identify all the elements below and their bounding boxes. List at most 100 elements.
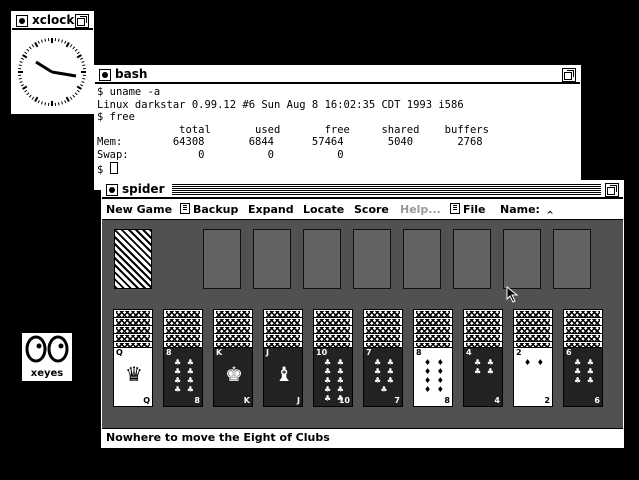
foundation-slot[interactable] [453, 229, 491, 289]
close-icon[interactable] [106, 184, 118, 196]
clock-tick [80, 84, 84, 87]
close-icon[interactable] [16, 15, 28, 27]
clock-tick [28, 94, 32, 98]
suit-pips: ♦ ♦ ♦ ♦ ♦ ♦ ♦ ♦ [424, 358, 444, 394]
card-rank: 8 [444, 396, 450, 405]
clock-tick [72, 46, 76, 50]
clock-tick [28, 46, 32, 50]
menu-icon [180, 203, 190, 214]
top-card[interactable]: 8 8 ♦ ♦ ♦ ♦ ♦ ♦ ♦ ♦ [413, 347, 453, 407]
terminal-line: total used free shared buffers [97, 123, 489, 136]
foundation-slot[interactable] [253, 229, 291, 289]
backup-label: Backup [193, 203, 239, 216]
window-title: xclock [32, 13, 75, 27]
foundation-slot[interactable] [403, 229, 441, 289]
clock-tick [64, 40, 67, 44]
top-card[interactable]: Q Q ♛ [113, 347, 153, 407]
card-rank: 10 [316, 348, 328, 357]
suit-pips: ♦ ♦ [524, 358, 544, 367]
top-card[interactable]: 4 4 ♣ ♣ ♣ ♣ [463, 347, 503, 407]
clock-tick [57, 38, 60, 42]
clock-tick [64, 100, 67, 104]
clock-tick [24, 89, 28, 93]
card-rank: 6 [566, 348, 572, 357]
foundation-slot[interactable] [553, 229, 591, 289]
clock-face [16, 32, 89, 110]
card-rank: 8 [416, 348, 422, 357]
suit-pips: ♣ ♣ ♣ ♣ [474, 358, 494, 376]
clock-tick [74, 92, 78, 96]
clock-tick [26, 48, 30, 52]
clock-tick [31, 44, 35, 48]
top-card[interactable]: 10 10 ♣ ♣ ♣ ♣ ♣ ♣ ♣ ♣ ♣ ♣ [313, 347, 353, 407]
expand-button[interactable]: Expand [248, 203, 294, 216]
card-rank: J [266, 348, 269, 357]
card-rank: Q [143, 396, 150, 405]
card-rank: K [243, 396, 250, 405]
terminal-line: Mem: 64308 6844 57464 5040 2768 [97, 136, 483, 149]
top-card[interactable]: K K ♚ [213, 347, 253, 407]
card-rank: 8 [194, 396, 200, 405]
clock-tick [65, 96, 70, 102]
terminal-line: Linux darkstar 0.99.12 #6 Sun Aug 8 16:0… [97, 98, 464, 111]
foundation-slot[interactable] [303, 229, 341, 289]
spider-titlebar[interactable]: spider [102, 181, 623, 199]
clock-hour-hand [35, 60, 53, 74]
clock-tick [37, 40, 40, 44]
clock-tick [41, 39, 43, 43]
foundation-slot[interactable] [503, 229, 541, 289]
xeyes-label: xeyes [30, 368, 64, 379]
foundation-slot[interactable] [353, 229, 391, 289]
terminal-line: $ uname -a [97, 86, 161, 98]
spider-window[interactable]: spider New Game Backup Expand Locate Sco… [101, 180, 624, 448]
face-card-icon: ♛ [125, 362, 143, 386]
terminal-prompt-line[interactable]: $ [97, 161, 578, 177]
clock-tick [69, 44, 73, 48]
help-button[interactable]: Help... [400, 203, 441, 216]
stock-deck[interactable] [114, 229, 152, 289]
suit-pips: ♣ ♣ ♣ ♣ ♣ ♣ ♣ ♣ [174, 358, 194, 394]
clock-tick [61, 39, 63, 43]
xclock-titlebar[interactable]: xclock [12, 12, 93, 30]
new-game-button[interactable]: New Game [106, 203, 172, 216]
bash-titlebar[interactable]: bash [95, 66, 580, 84]
bash-window[interactable]: bash $ uname -a Linux darkstar 0.99.12 #6… [94, 65, 581, 190]
top-card[interactable]: 6 6 ♣ ♣ ♣ ♣ ♣ ♣ [563, 347, 603, 407]
top-card[interactable]: J J ♝ [263, 347, 303, 407]
clock-tick [31, 96, 35, 100]
card-rank: 2 [516, 348, 522, 357]
name-field-caret[interactable]: ‸ [546, 201, 554, 214]
top-card[interactable]: 7 7 ♣ ♣ ♣ ♣ ♣ ♣ ♣ [363, 347, 403, 407]
suit-pips: ♣ ♣ ♣ ♣ ♣ ♣ ♣ [374, 358, 394, 394]
file-menu[interactable]: File [450, 203, 486, 216]
clock-tick [18, 77, 22, 80]
card-rank: 6 [594, 396, 600, 405]
card-rank: J [297, 396, 300, 405]
clock-tick [81, 61, 85, 63]
clock-tick [69, 96, 73, 100]
close-icon[interactable] [99, 69, 111, 81]
maximize-icon[interactable] [562, 68, 576, 82]
foundation-slot[interactable] [203, 229, 241, 289]
clock-tick [26, 92, 30, 96]
clock-tick [76, 85, 82, 90]
maximize-icon[interactable] [605, 183, 619, 197]
top-card[interactable]: 2 2 ♦ ♦ [513, 347, 553, 407]
backup-menu[interactable]: Backup [180, 203, 238, 216]
status-message: Nowhere to move the Eight of Clubs [106, 431, 330, 444]
top-card[interactable]: 8 8 ♣ ♣ ♣ ♣ ♣ ♣ ♣ ♣ [163, 347, 203, 407]
clock-tick [61, 101, 63, 105]
clock-tick [19, 81, 23, 83]
maximize-icon[interactable] [75, 14, 89, 28]
clock-tick [24, 51, 28, 55]
locate-button[interactable]: Locate [303, 203, 344, 216]
terminal-output[interactable]: $ uname -a Linux darkstar 0.99.12 #6 Sun … [97, 86, 578, 189]
card-rank: 4 [494, 396, 500, 405]
status-bar: Nowhere to move the Eight of Clubs [102, 428, 623, 447]
card-rank: K [216, 348, 223, 357]
clock-tick [80, 57, 84, 60]
score-button[interactable]: Score [354, 203, 389, 216]
face-card-icon: ♚ [225, 362, 243, 386]
card-rank: 8 [166, 348, 172, 357]
clock-tick [19, 61, 23, 63]
